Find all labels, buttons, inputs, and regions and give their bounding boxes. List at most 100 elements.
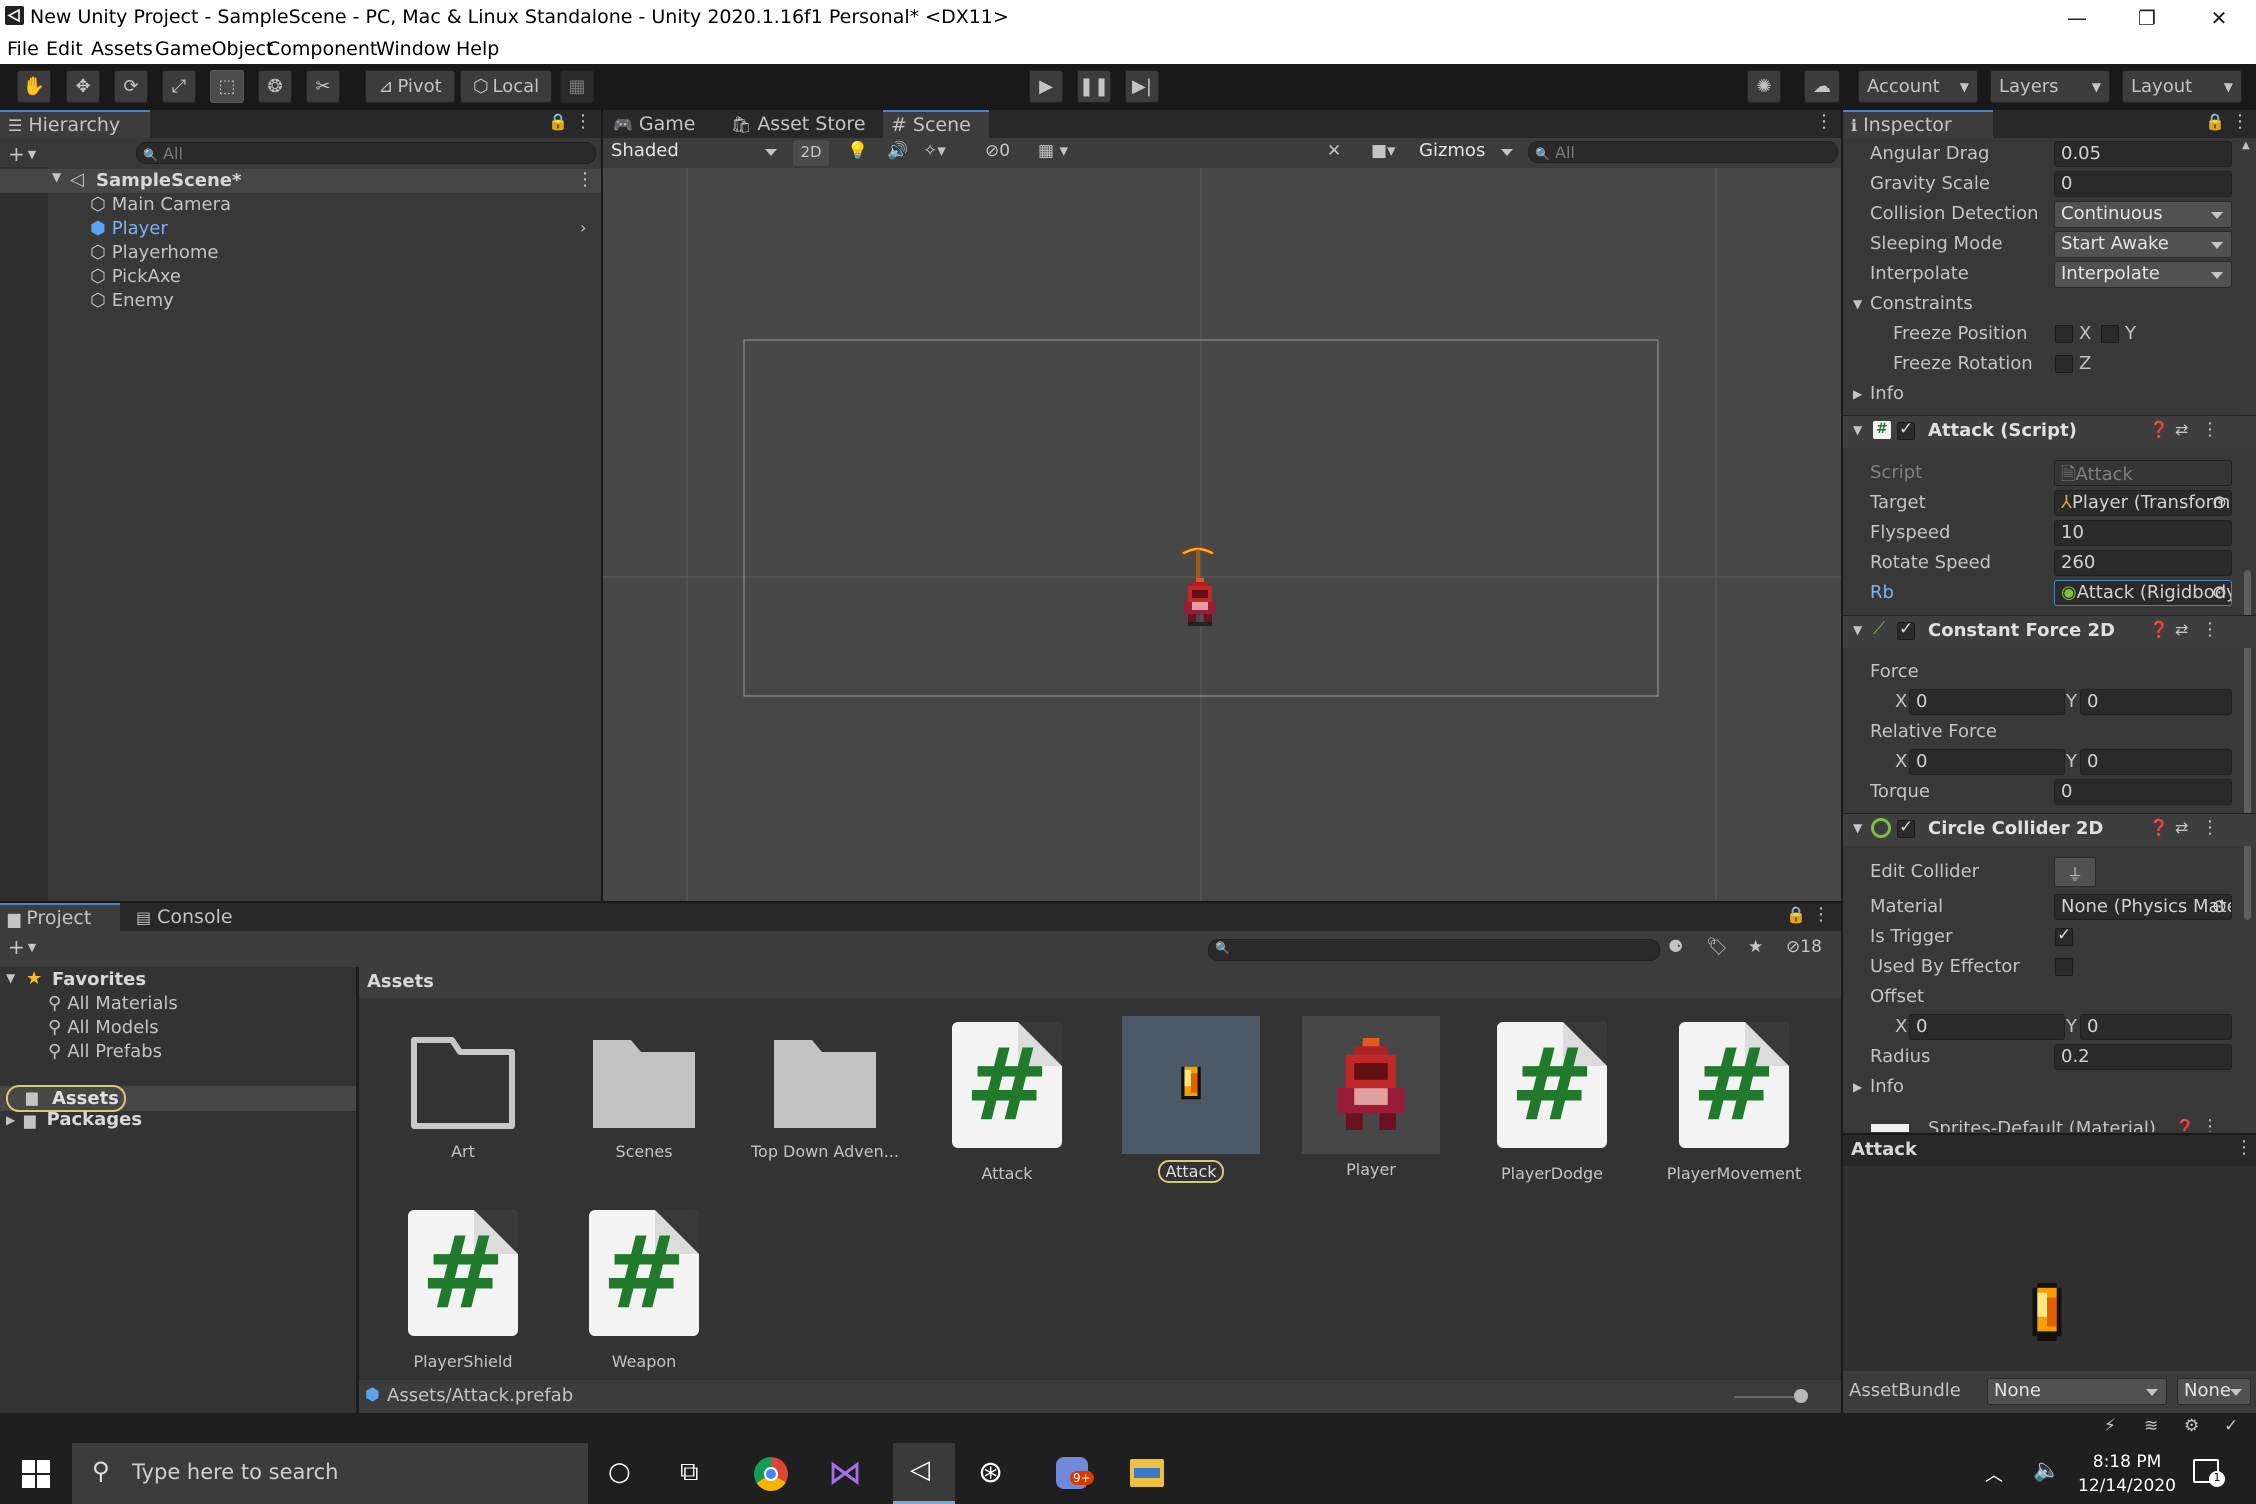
custom-tool-button[interactable]: ✂ [306,70,340,103]
menu-assets[interactable]: Assets [91,38,153,60]
menu-edit[interactable]: Edit [46,38,83,60]
tab-game[interactable]: 🎮 Game [605,110,704,138]
favorite-item[interactable]: ⚲ All Prefabs [48,1041,162,1062]
asset-item[interactable]: # Weapon [569,1210,719,1371]
tab-inspector[interactable]: ℹ Inspector [1843,110,1993,138]
interpolate-dropdown[interactable]: Interpolate [2054,261,2232,288]
cache-server-icon[interactable]: ≋ [2144,1416,2158,1436]
constraints-label[interactable]: Constraints [1870,293,1973,314]
menu-gameobject[interactable]: GameObject [155,38,273,60]
is-trigger-checkbox[interactable] [2055,925,2073,946]
rotate-speed-field[interactable]: 260 [2054,550,2232,576]
help-icon[interactable]: ❓ [2175,1118,2195,1132]
kebab-menu-icon[interactable]: ⋮ [2201,419,2219,440]
info-foldout[interactable]: Info [1870,383,1904,404]
effects-icon[interactable]: ✧▾ [923,141,946,161]
close-button[interactable]: ✕ [2185,0,2253,35]
shading-mode-dropdown[interactable]: Shaded [605,139,785,166]
kebab-menu-icon[interactable]: ⋮ [2231,111,2249,132]
unity-taskbar-button[interactable]: ◁ [893,1443,955,1504]
help-icon[interactable]: ❓ [2149,818,2169,837]
object-picker-icon[interactable]: ⊙ [2212,582,2227,603]
circle-collider-header[interactable]: ▼ Circle Collider 2D ❓ ⇄ ⋮ [1843,813,2256,846]
transform-tool-button[interactable]: ❂ [258,70,292,103]
tab-project[interactable]: ▆ Project [0,903,120,931]
hierarchy-item[interactable]: ⬡ PickAxe [90,266,181,287]
layout-dropdown[interactable]: Layout ▼ [2122,70,2242,103]
asset-item[interactable]: Art [388,1022,538,1161]
zoom-slider-track[interactable] [1734,1396,1794,1398]
create-asset-button[interactable]: + ▼ [8,935,36,959]
tree-item-assets[interactable]: ▆ Assets [6,1085,126,1112]
hierarchy-item[interactable]: ⬡ Main Camera [90,194,231,215]
favorite-item[interactable]: ⚲ All Models [48,1017,159,1038]
radius-field[interactable]: 0.2 [2054,1044,2232,1070]
discord-icon[interactable]: 9+ [1056,1457,1094,1489]
chevron-right-icon[interactable]: ▶ [1853,387,1862,401]
layers-dropdown[interactable]: Layers ▼ [1990,70,2110,103]
gizmos-dropdown[interactable]: Gizmos [1413,139,1521,166]
object-picker-icon[interactable]: ⊙ [2212,492,2227,513]
angular-drag-field[interactable]: 0.05 [2054,141,2232,167]
start-button[interactable] [0,1443,72,1504]
menu-file[interactable]: File [7,38,39,60]
rb-field[interactable]: ◉Attack (Rigidbody 2D)⊙ [2054,580,2232,606]
freeze-position-x-checkbox[interactable] [2055,325,2073,343]
chevron-right-icon[interactable]: ▶ [6,1113,15,1127]
collab-button[interactable]: ✺ [1747,70,1781,103]
kebab-menu-icon[interactable]: ⋮ [576,169,594,190]
search-by-type-icon[interactable]: ⚈ [1668,937,1683,957]
kebab-menu-icon[interactable]: ⋮ [2201,619,2219,640]
hierarchy-item[interactable]: ⬢ Player [90,218,168,239]
restore-button[interactable]: ❐ [2113,0,2181,35]
force-y-field[interactable]: 0 [2080,689,2232,715]
favorites-label[interactable]: Favorites [52,969,146,990]
offset-x-field[interactable]: 0 [1909,1014,2065,1040]
hierarchy-item[interactable]: ⬡ Enemy [90,290,174,311]
kebab-menu-icon[interactable]: ⋮ [574,111,592,132]
notifications-icon[interactable]: 1 [2193,1459,2225,1487]
menu-component[interactable]: Component [267,38,377,60]
force-x-field[interactable]: 0 [1909,689,2065,715]
move-tool-button[interactable]: ✥ [66,70,100,103]
inspector-scrollbar[interactable]: ▲ [2239,140,2256,1260]
pivot-toggle[interactable]: ⊿ Pivot [365,70,455,103]
create-button[interactable]: + ▼ [8,142,36,166]
asset-item[interactable]: # PlayerShield [388,1210,538,1371]
breadcrumb-assets[interactable]: Assets [367,971,434,992]
presets-icon[interactable]: ⇄ [2175,818,2188,837]
cloud-button[interactable]: ☁ [1804,70,1840,103]
file-explorer-icon[interactable] [1130,1459,1164,1487]
sleeping-mode-dropdown[interactable]: Start Awake [2054,231,2232,258]
presets-icon[interactable]: ⇄ [2175,620,2188,639]
rotate-tool-button[interactable]: ⟳ [114,70,148,103]
snap-button[interactable]: ▦ [560,70,594,103]
progress-icon[interactable]: ⚙ [2184,1416,2199,1436]
edit-collider-button[interactable]: ⏚ [2054,857,2096,887]
used-by-effector-checkbox[interactable] [2055,958,2073,976]
target-field[interactable]: ⅄Player (Transform) ⊙ [2054,490,2232,516]
torque-field[interactable]: 0 [2054,779,2232,805]
asset-item[interactable]: Player [1296,1016,1446,1179]
offset-y-field[interactable]: 0 [2080,1014,2232,1040]
asset-item[interactable]: Scenes [569,1022,719,1161]
tab-hierarchy[interactable]: ☰ Hierarchy [0,110,150,138]
chevron-right-icon[interactable]: ▶ [1853,1080,1862,1094]
menu-help[interactable]: Help [456,38,499,60]
tree-item-packages[interactable]: ▆ Packages [24,1109,142,1130]
show-hidden-icons-chevron[interactable]: ︿ [1985,1461,2003,1487]
material-component-row[interactable]: Sprites-Default (Material) ❓ ⋮ [1843,1110,2239,1132]
local-toggle[interactable]: ⬡ Local [460,70,552,103]
2d-toggle[interactable]: 2D [793,140,829,166]
check-circle-icon[interactable]: ✓ [2224,1416,2238,1436]
presets-icon[interactable]: ⇄ [2175,420,2188,439]
chrome-icon[interactable] [754,1457,788,1491]
pause-button[interactable]: ❚❚ [1077,70,1111,103]
preview-header[interactable]: Attack ⋮ [1843,1133,2256,1166]
attack-script-header[interactable]: ▼ # Attack (Script) ❓ ⇄ ⋮ [1843,415,2256,448]
assetbundle-dropdown[interactable]: None [1987,1378,2167,1405]
tab-console[interactable]: ▤ Console [128,903,241,931]
steam-icon[interactable]: ⊛ [978,1455,1003,1490]
hidden-packages-icon[interactable]: ⊘18 [1786,937,1822,957]
scene-row[interactable]: ▼ ◁ SampleScene* ⋮ [0,169,601,193]
